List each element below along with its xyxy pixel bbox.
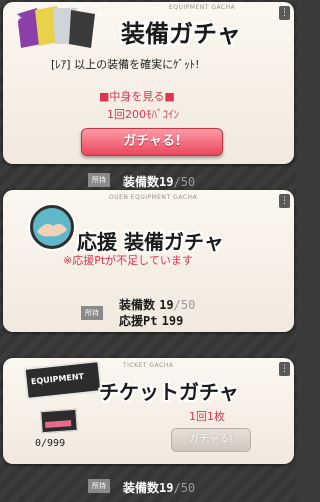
equip-count-max: /50 [173, 175, 196, 189]
equipment-gacha-card: ⋮ EQUIPMENT GACHA ✦ ✦ 装備ガチャ [ﾚｱ] 以上の装備を確… [3, 2, 294, 164]
equip-count-value: 19 [159, 298, 174, 312]
svg-text:✦: ✦ [97, 11, 104, 20]
preview-contents-link[interactable]: ■中身を見る■ [99, 88, 175, 104]
support-pt-value: 199 [161, 314, 184, 328]
owned-badge: 所持 [81, 306, 103, 320]
gacha-description: [ﾚｱ] 以上の装備を確実にｹﾞｯﾄ! [51, 58, 200, 71]
menu-icon[interactable]: ⋮ [279, 362, 290, 376]
ticket-gacha-button[interactable]: ガチャる! [171, 428, 251, 452]
menu-icon[interactable]: ⋮ [279, 194, 290, 208]
gacha-tag: OUEN EQUIPMENT GACHA [109, 194, 198, 201]
support-gacha-title: 応援 装備ガチャ [77, 230, 224, 254]
equip-count-label: 装備数 [123, 175, 160, 189]
equip-count-max: /50 [173, 298, 196, 312]
equip-count: 装備数19/50 [123, 479, 195, 496]
owned-badge: 所持 [88, 173, 110, 187]
equip-count-value: 19 [159, 481, 174, 495]
owned-badge: 所持 [88, 479, 110, 493]
support-pt: 応援Pt 199 [119, 312, 183, 329]
handshake-icon [28, 203, 76, 251]
equip-count-value: 19 [159, 175, 174, 189]
equip-count-max: /50 [173, 481, 196, 495]
gacha-tag: TICKET GACHA [123, 362, 174, 369]
ticket-label: EQUIPMENT [30, 371, 85, 387]
equip-count: 装備数 19/50 [119, 296, 195, 313]
ticket-price: 1回1枚 [189, 410, 225, 423]
small-ticket-icon [40, 408, 78, 434]
gacha-tag: EQUIPMENT GACHA [169, 4, 236, 11]
page-title: 装備ガチャ [121, 20, 241, 48]
svg-text:✦: ✦ [13, 11, 23, 25]
support-warning: ※応援Ptが不足しています [63, 254, 193, 267]
equip-count: 装備数19/50 [123, 173, 195, 190]
tickets-owned: 0/999 [35, 438, 66, 449]
equip-count-label: 装備数 [123, 481, 160, 495]
gacha-button[interactable]: ガチャる! [81, 128, 223, 156]
support-gacha-card: ⋮ OUEN EQUIPMENT GACHA 応援 装備ガチャ ※応援Ptが不足… [3, 190, 294, 332]
ticket-icon: EQUIPMENT [23, 360, 103, 400]
menu-icon[interactable]: ⋮ [279, 6, 290, 20]
equipment-cards-art-icon: ✦ ✦ [13, 6, 104, 48]
support-pt-label: 応援Pt [119, 314, 158, 328]
equip-count-label: 装備数 [119, 298, 156, 312]
ticket-gacha-title: チケットガチャ [99, 380, 239, 404]
price-text: 1回200ﾓﾊﾞｺｲﾝ [107, 108, 179, 121]
